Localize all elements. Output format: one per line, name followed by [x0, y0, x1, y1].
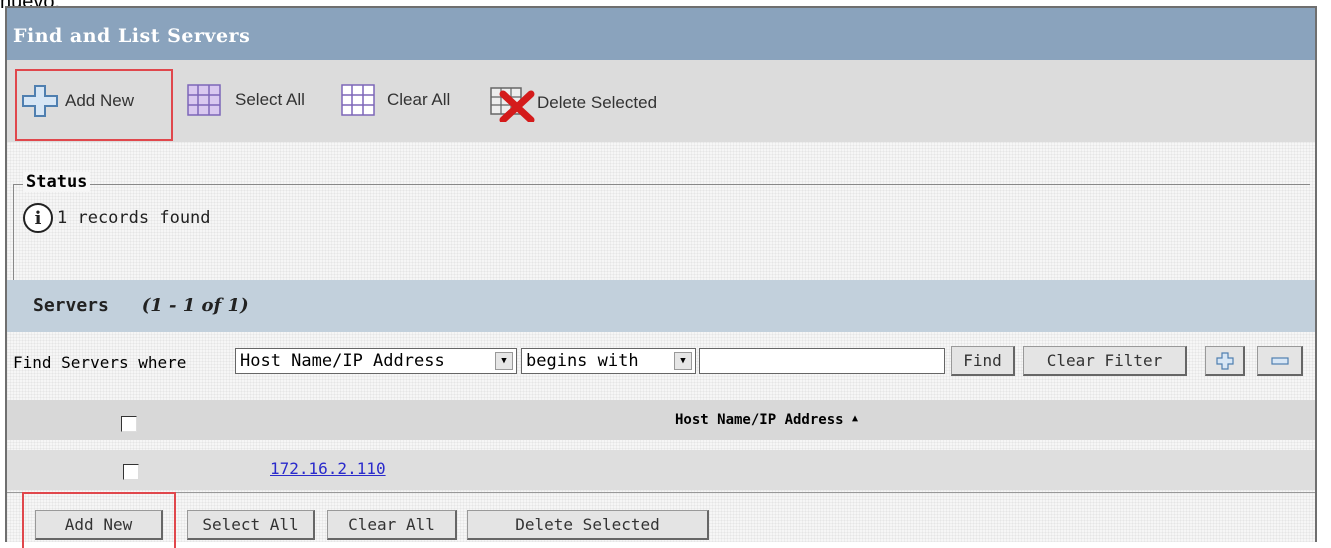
- column-header-label: Host Name/IP Address: [675, 412, 844, 428]
- filter-search-input[interactable]: [699, 348, 945, 374]
- minus-icon: [1270, 356, 1289, 365]
- select-all-button[interactable]: Select All: [187, 510, 315, 540]
- chevron-down-icon: ▼: [495, 352, 513, 370]
- add-new-toolbar-button[interactable]: Add New: [21, 84, 134, 118]
- filter-row: Find Servers where Host Name/IP Address …: [7, 344, 1315, 380]
- clear-all-label: Clear All: [387, 90, 451, 109]
- filter-label: Find Servers where: [13, 353, 187, 372]
- delete-selected-button[interactable]: Delete Selected: [467, 510, 709, 540]
- table-row: 172.16.2.110: [7, 450, 1315, 490]
- status-message: 1 records found: [57, 208, 211, 228]
- add-new-button[interactable]: Add New: [35, 510, 163, 540]
- select-all-label: Select All: [235, 90, 305, 109]
- remove-filter-button[interactable]: [1257, 346, 1303, 376]
- divider: [7, 492, 1315, 493]
- status-section: Status i 1 records found: [7, 142, 1315, 281]
- clear-all-toolbar-button[interactable]: Clear All: [341, 84, 450, 116]
- info-icon: i: [23, 203, 53, 233]
- delete-selected-label: Delete Selected: [537, 93, 658, 112]
- clear-filter-button[interactable]: Clear Filter: [1023, 346, 1187, 376]
- row-checkbox[interactable]: [123, 464, 139, 480]
- select-all-checkbox[interactable]: [121, 416, 137, 432]
- chevron-down-icon: ▼: [674, 352, 692, 370]
- find-list-servers-panel: Find and List Servers Add New Select All…: [5, 6, 1317, 548]
- status-message-row: i 1 records found: [23, 203, 211, 233]
- host-link[interactable]: 172.16.2.110: [270, 459, 386, 478]
- page-title: Find and List Servers: [7, 8, 1315, 60]
- servers-title: Servers: [33, 295, 109, 316]
- select-all-grid-icon: [187, 84, 221, 116]
- delete-x-icon: [490, 87, 535, 122]
- filter-field-select[interactable]: Host Name/IP Address ▼: [235, 348, 517, 374]
- clear-all-button[interactable]: Clear All: [327, 510, 457, 540]
- servers-section-header: Servers (1 - 1 of 1): [7, 280, 1315, 332]
- clear-all-grid-icon: [341, 84, 375, 116]
- status-legend: Status: [23, 172, 91, 192]
- filter-field-value: Host Name/IP Address: [240, 351, 445, 371]
- find-button[interactable]: Find: [951, 346, 1015, 376]
- table-header: Host Name/IP Address ▲: [7, 400, 1315, 440]
- column-header-host[interactable]: Host Name/IP Address ▲: [675, 412, 858, 428]
- plus-icon: [1215, 351, 1234, 370]
- servers-count: (1 - 1 of 1): [141, 295, 249, 316]
- add-new-label: Add New: [65, 91, 134, 110]
- add-plus-icon: [22, 85, 58, 117]
- toolbar: Add New Select All Clear All Delete Sele…: [7, 60, 1315, 142]
- delete-selected-toolbar-button[interactable]: Delete Selected: [489, 84, 657, 122]
- add-filter-button[interactable]: [1205, 346, 1245, 376]
- filter-operator-value: begins with: [526, 351, 639, 371]
- select-all-toolbar-button[interactable]: Select All: [187, 84, 305, 116]
- sort-ascending-icon: ▲: [852, 413, 859, 424]
- filter-operator-select[interactable]: begins with ▼: [521, 348, 696, 374]
